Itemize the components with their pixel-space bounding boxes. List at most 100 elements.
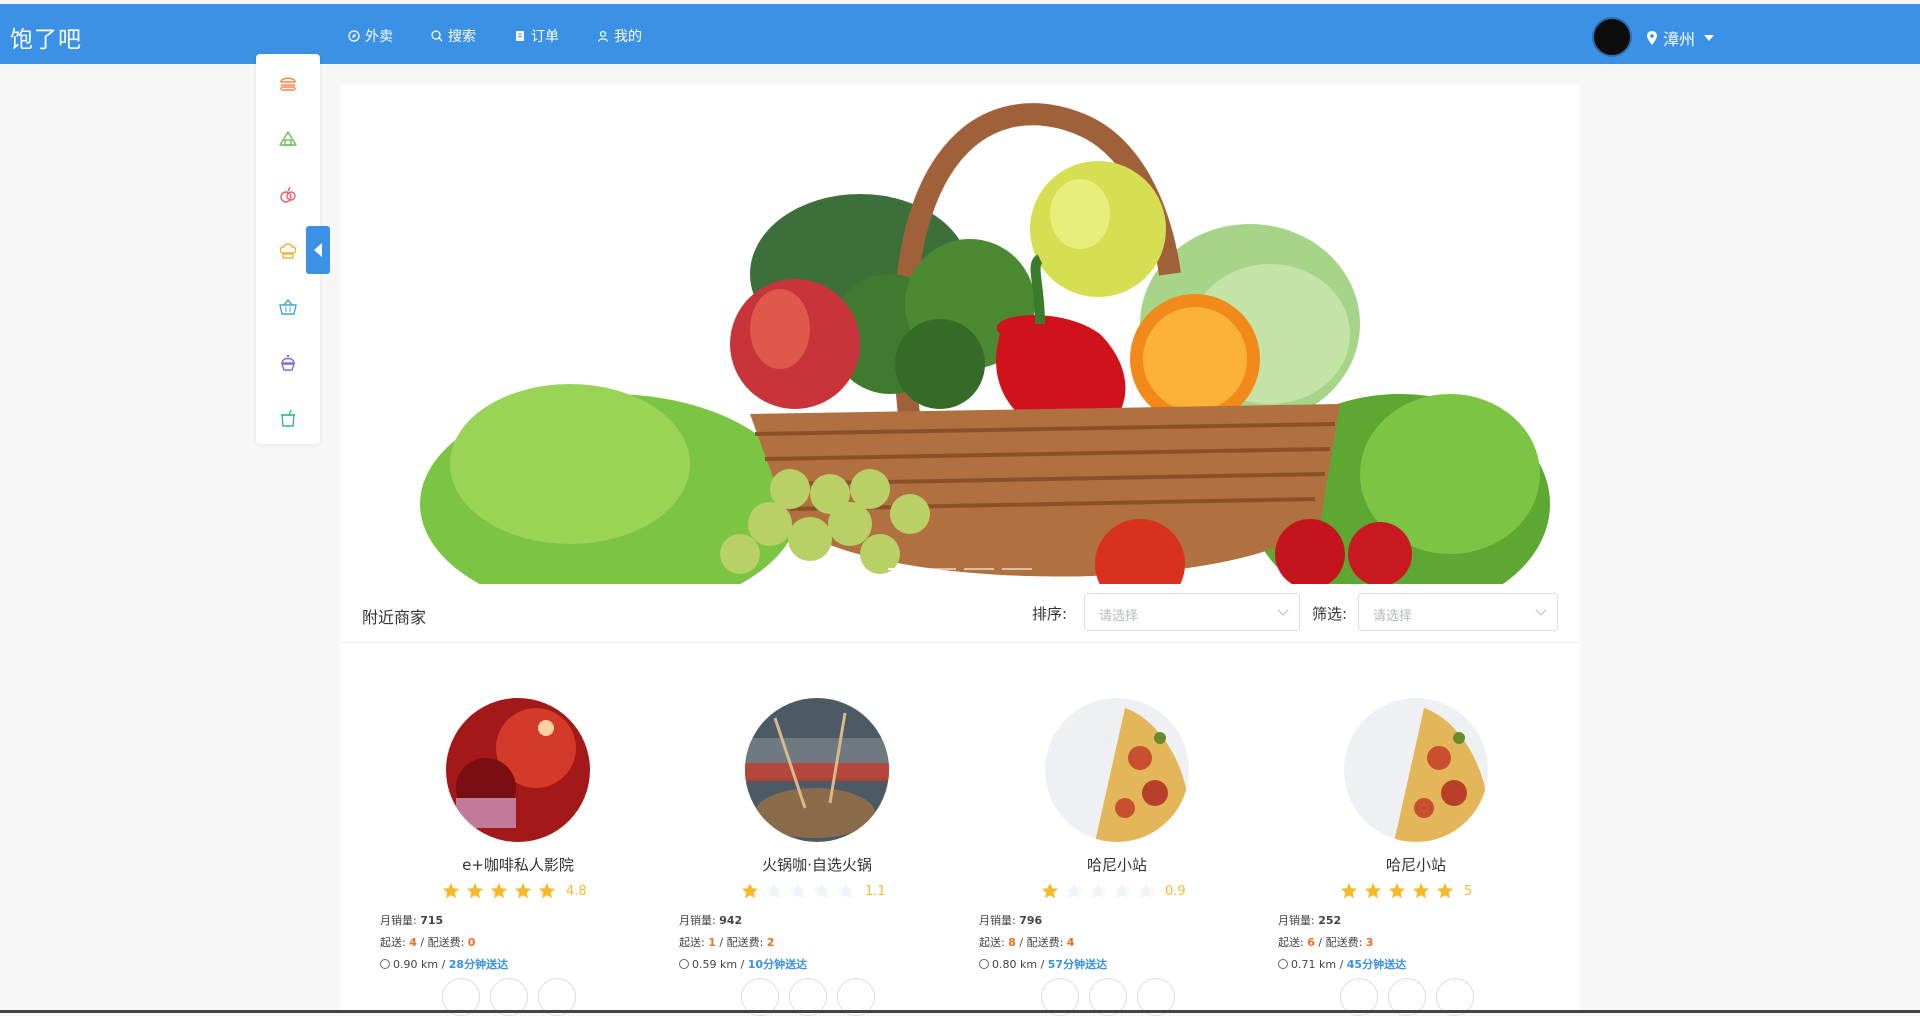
category-fruit[interactable] — [276, 183, 300, 207]
delivery-time: 45分钟送达 — [1346, 958, 1407, 971]
main-nav: 外卖 搜索 订单 我的 — [348, 26, 642, 46]
section-title: 附近商家 — [362, 608, 427, 627]
filter-label: 筛选: — [1312, 605, 1348, 623]
chevron-down-icon — [1535, 604, 1547, 616]
star-icon — [1138, 883, 1154, 899]
nav-takeout-label: 外卖 — [365, 29, 393, 45]
shop-distance: 0.71 km / 45分钟送达 — [1278, 956, 1406, 972]
nav-search[interactable]: 搜索 — [431, 26, 476, 46]
user-avatar[interactable] — [1592, 17, 1632, 57]
clock-icon — [1278, 959, 1288, 969]
sort-select[interactable]: 请选择 — [1084, 593, 1300, 631]
nav-mine[interactable]: 我的 — [597, 26, 642, 46]
search-icon — [431, 30, 443, 42]
carousel-dot-1[interactable] — [888, 568, 918, 570]
star-icon — [1066, 883, 1082, 899]
star-icon — [1437, 883, 1453, 899]
shop-name: 哈尼小站 — [1385, 856, 1446, 874]
delivery-fee-label: 配送费: — [1026, 936, 1064, 949]
separator: / — [416, 936, 428, 949]
sort-select-placeholder: 请选择 — [1099, 609, 1139, 624]
monthly-sales-value: 715 — [420, 914, 444, 927]
delivery-fee-label: 配送费: — [427, 936, 465, 949]
min-order-label: 起送: — [1278, 936, 1304, 949]
separator: / — [737, 958, 748, 971]
star-icon — [491, 883, 507, 899]
category-cupcake[interactable] — [276, 351, 300, 375]
monthly-sales-label: 月销量: — [1278, 914, 1315, 927]
shop-fees: 起送: 4 / 配送费: 0 — [380, 934, 475, 950]
star-icon — [515, 883, 531, 899]
delivery-fee-label: 配送费: — [1325, 936, 1363, 949]
nav-orders[interactable]: 订单 — [514, 26, 559, 46]
shop-image[interactable] — [446, 698, 590, 842]
delivery-time: 57分钟送达 — [1047, 958, 1108, 971]
shop-photo — [745, 698, 889, 842]
distance-value: 0.90 km — [393, 958, 439, 971]
chevron-down-icon — [1277, 604, 1289, 616]
star-icon — [838, 883, 854, 899]
section-header: 附近商家 排序: 请选择 筛选: 请选择 — [340, 584, 1580, 643]
nav-orders-label: 订单 — [531, 29, 559, 45]
app-logo[interactable]: 饱了吧 — [10, 20, 82, 54]
collapse-sidebar-button[interactable] — [306, 226, 330, 274]
chevron-left-icon — [314, 243, 322, 257]
carousel-dot-4[interactable] — [1002, 568, 1032, 570]
shop-photo — [446, 698, 590, 842]
star-icon — [1389, 883, 1405, 899]
delivery-fee-value: 4 — [1066, 936, 1075, 949]
shop-image[interactable] — [1045, 698, 1189, 842]
category-rice-ball[interactable] — [276, 127, 300, 151]
carousel-dot-2[interactable] — [926, 568, 956, 570]
shop-photo — [1045, 698, 1189, 842]
category-drink[interactable] — [276, 407, 300, 431]
shop-fees: 起送: 1 / 配送费: 2 — [679, 934, 774, 950]
delivery-fee-label: 配送费: — [726, 936, 764, 949]
star-rating: 5 — [1340, 882, 1472, 900]
min-order-value: 1 — [708, 936, 716, 949]
filter-select[interactable]: 请选择 — [1358, 593, 1558, 631]
chef-hat-icon — [279, 243, 297, 259]
fruit-icon — [280, 186, 296, 203]
star-icon — [1413, 883, 1429, 899]
basket-icon — [279, 298, 297, 315]
star-icon — [1042, 883, 1058, 899]
shop-fees: 起送: 8 / 配送费: 4 — [979, 934, 1074, 950]
rating-value: 5 — [1464, 883, 1473, 899]
order-icon — [516, 31, 524, 41]
nav-takeout[interactable]: 外卖 — [348, 26, 393, 46]
separator: / — [1336, 958, 1347, 971]
shop-distance: 0.90 km / 28分钟送达 — [380, 956, 508, 972]
star-icon — [443, 883, 459, 899]
monthly-sales-value: 942 — [719, 914, 743, 927]
banner-carousel[interactable] — [340, 84, 1580, 584]
delivery-fee-value: 0 — [467, 936, 476, 949]
star-icon — [766, 883, 782, 899]
category-chef[interactable] — [276, 239, 300, 263]
monthly-sales-value: 252 — [1318, 914, 1342, 927]
shop-distance: 0.80 km / 57分钟送达 — [979, 956, 1107, 972]
star-rating: 0.9 — [1041, 882, 1186, 900]
shop-image[interactable] — [745, 698, 889, 842]
min-order-label: 起送: — [380, 936, 406, 949]
shop-monthly-sales: 月销量: 942 — [679, 912, 742, 928]
user-icon — [597, 30, 609, 42]
shop-fees: 起送: 6 / 配送费: 3 — [1278, 934, 1373, 950]
star-icon — [790, 883, 806, 899]
location-pin-icon — [1647, 31, 1657, 45]
shop-image[interactable] — [1344, 698, 1488, 842]
category-burger[interactable] — [276, 71, 300, 95]
nearby-shops-section: 附近商家 排序: 请选择 筛选: 请选择 e+咖啡私人影院 4.8 月销量: 7… — [340, 584, 1580, 1016]
rating-value: 4.8 — [566, 883, 587, 899]
shop-monthly-sales: 月销量: 796 — [979, 912, 1042, 928]
star-icon — [742, 883, 758, 899]
fruit-basket-image — [340, 84, 1580, 584]
rating-value: 1.1 — [865, 883, 886, 899]
category-basket[interactable] — [276, 295, 300, 319]
rice-ball-icon — [279, 131, 297, 146]
filter-select-placeholder: 请选择 — [1373, 609, 1413, 624]
city-selector[interactable]: 漳州 — [1646, 26, 1715, 50]
carousel-dot-3[interactable] — [964, 568, 994, 570]
star-icon — [467, 883, 483, 899]
separator: / — [1314, 936, 1326, 949]
